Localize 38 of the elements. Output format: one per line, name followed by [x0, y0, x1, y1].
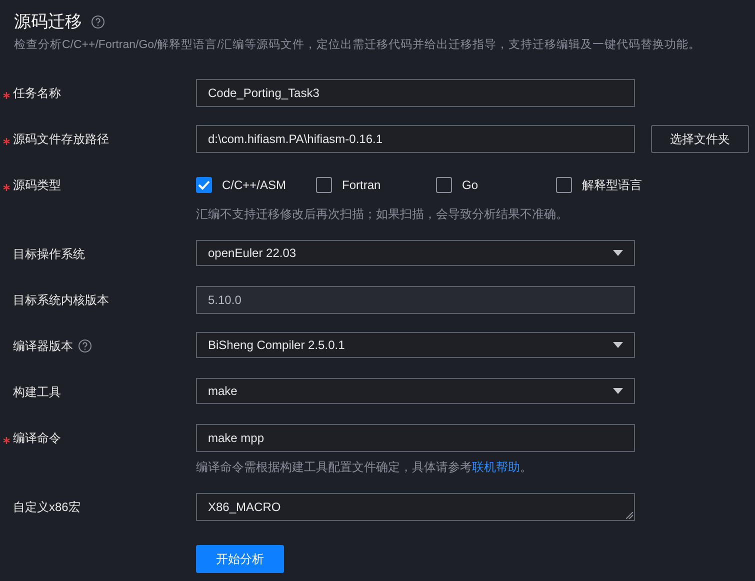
checkbox[interactable]: [316, 177, 332, 193]
checkbox[interactable]: [196, 177, 212, 193]
page-description: 检查分析C/C++/Fortran/Go/解释型语言/汇编等源码文件，定位出需迁移代码并给出迁移指导，支持迁移编辑及一键代码替换功能。: [13, 37, 702, 53]
help-icon[interactable]: [91, 15, 105, 29]
checkbox-label: Go: [462, 177, 478, 194]
checkbox[interactable]: [556, 177, 572, 193]
text-field[interactable]: make mpp: [196, 424, 635, 452]
field-label: 构建工具: [13, 384, 61, 401]
field-label: 编译器版本: [13, 338, 73, 355]
help-icon[interactable]: [78, 339, 92, 353]
resize-handle-icon[interactable]: [626, 512, 633, 519]
hint-text: 编译命令需根据构建工具配置文件确定，具体请参考联机帮助。: [196, 459, 533, 475]
caret-icon: [613, 388, 623, 394]
help-link[interactable]: 联机帮助: [472, 460, 520, 474]
field-label: 自定义x86宏: [13, 499, 80, 516]
checkbox-label: Fortran: [342, 177, 381, 194]
field-label: 任务名称: [13, 85, 61, 102]
field-label: 目标系统内核版本: [13, 292, 109, 309]
field-label: 源码文件存放路径: [13, 131, 109, 148]
caret-icon: [613, 250, 623, 256]
text-field[interactable]: Code_Porting_Task3: [196, 79, 635, 107]
field-label: 编译命令: [13, 430, 61, 447]
page-title: 源码迁移: [14, 11, 82, 33]
select-field[interactable]: BiSheng Compiler 2.5.0.1: [196, 332, 635, 358]
field-label: 源码类型: [13, 177, 61, 194]
hint-text: 汇编不支持迁移修改后再次扫描；如果扫描，会导致分析结果不准确。: [196, 206, 569, 222]
caret-icon: [613, 342, 623, 348]
checkbox[interactable]: [436, 177, 452, 193]
checkbox-label: 解释型语言: [582, 177, 642, 194]
start-analysis-button[interactable]: 开始分析: [196, 545, 284, 573]
checkbox-label: C/C++/ASM: [222, 177, 286, 194]
textarea-field[interactable]: X86_MACRO: [196, 493, 635, 521]
choose-folder-button[interactable]: 选择文件夹: [651, 125, 749, 153]
field-label: 目标操作系统: [13, 246, 85, 263]
select-field[interactable]: openEuler 22.03: [196, 240, 635, 266]
path-field[interactable]: d:\com.hifiasm.PA\hifiasm-0.16.1: [196, 125, 635, 153]
select-field[interactable]: make: [196, 378, 635, 404]
disabled-field: 5.10.0: [196, 286, 635, 314]
